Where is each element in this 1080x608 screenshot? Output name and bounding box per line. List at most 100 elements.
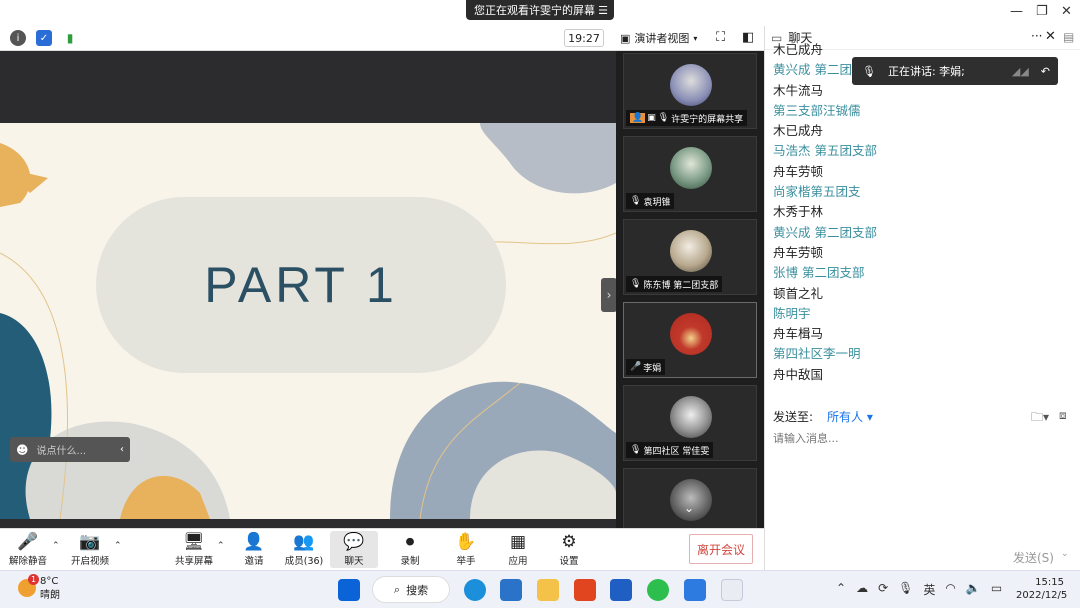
sidebar-toggle-icon[interactable]: ◧ (742, 30, 754, 45)
app-icon[interactable] (610, 579, 632, 601)
invite-button[interactable]: 👤 邀请 (230, 531, 278, 567)
participant-gallery: 👤 ▣ 🎙 许雯宁的屏幕共享 🎙 袁玥锥 🎙 陈东博 第二团支部 🎤 李娟 🎙 … (616, 51, 764, 528)
participant-tile[interactable]: 🎙 第四社区 常佳雯 (623, 385, 757, 461)
taskbar-search[interactable]: ⌕ 搜索 (372, 576, 450, 603)
windows-taskbar: 1 8°C 晴朗 ⌕ 搜索 ⌃ ☁ ⟳ 🎙 英 ◠ 🔈 ▭ 15:15 2022… (0, 570, 1080, 608)
record-button[interactable]: ⏺ 录制 (386, 531, 434, 567)
avatar (670, 396, 712, 438)
share-banner-text: 您正在观看许雯宁的屏幕 (474, 4, 595, 17)
chat-message-input[interactable] (773, 428, 1063, 448)
chat-message-text: 舟中敌国 (773, 366, 824, 382)
office-icon[interactable] (574, 579, 596, 601)
send-button[interactable]: 发送(S) (1013, 549, 1054, 566)
leave-meeting-button[interactable]: 离开会议 (689, 534, 753, 564)
search-icon: ⌕ (393, 582, 401, 596)
folder-icon[interactable] (537, 579, 559, 601)
control-label: 聊天 (344, 556, 364, 567)
user-icon: 👤 (630, 113, 646, 123)
mic-options-caret[interactable]: ⌃ (52, 541, 60, 551)
participant-name: 袁玥锥 (643, 197, 671, 208)
control-label: 邀请 (244, 556, 264, 567)
participants-button[interactable]: 👥 成员(36) (280, 531, 328, 567)
chat-sender-name: 陈明宇 (773, 305, 811, 321)
weather-text: 晴朗 (40, 590, 60, 601)
chat-sender-name: 马浩杰 第五团支部 (773, 143, 877, 159)
chat-button[interactable]: 💬 聊天 (330, 531, 378, 568)
edge-icon[interactable] (464, 579, 486, 601)
chat-sender-name: 第四社区李一明 (773, 346, 861, 362)
microphone-icon[interactable]: 🎙 (898, 581, 913, 598)
volume-icon[interactable]: 🔈 (966, 581, 981, 598)
chevron-left-icon[interactable]: ‹ (120, 444, 130, 455)
participant-tile[interactable]: 🎙 袁玥锥 (623, 136, 757, 212)
unmute-button[interactable]: 🎤 解除静音 (4, 531, 52, 567)
mail-icon[interactable] (500, 579, 522, 601)
minimize-button[interactable]: — (1010, 4, 1023, 19)
users-icon: 👥 (293, 532, 315, 552)
reply-icon[interactable]: ↶ (1041, 65, 1058, 78)
windows-start-icon[interactable] (338, 579, 360, 601)
participant-tile-active[interactable]: 🎤 李娟 (623, 302, 757, 378)
chat-message-text: 舟车劳顿 (773, 244, 824, 260)
send-to-label: 发送至: (773, 410, 814, 424)
chevron-down-icon[interactable]: ⌄ (1061, 549, 1069, 559)
weather-widget[interactable]: 1 8°C 晴朗 (18, 574, 60, 603)
settings-button[interactable]: ⚙ 设置 (545, 531, 593, 567)
mic-muted-icon: 🎙 (630, 445, 642, 455)
chat-sender-name: 第三支部汪铖儒 (773, 102, 861, 118)
share-screen-button[interactable]: 🖥 共享屏幕 (170, 531, 218, 567)
view-mode-button[interactable]: ▣ 演讲者视图 ▾ (616, 29, 701, 47)
close-button[interactable]: ✕ (1061, 4, 1072, 19)
participant-name: 第四社区 常佳雯 (643, 446, 710, 457)
control-label: 举手 (456, 556, 476, 567)
mic-muted-icon: 🎙 (657, 113, 670, 123)
restore-button[interactable]: ❐ (1036, 4, 1048, 19)
sync-icon[interactable]: ⟳ (878, 581, 888, 598)
control-label: 解除静音 (8, 556, 47, 567)
control-label: 录制 (400, 556, 420, 567)
shield-icon[interactable]: ✓ (36, 30, 52, 46)
video-options-caret[interactable]: ⌃ (114, 541, 122, 551)
raise-hand-button[interactable]: ✋ 举手 (442, 531, 490, 567)
participant-label: 🎙 第四社区 常佳雯 (626, 442, 714, 458)
taskbar-clock[interactable]: 15:15 2022/12/5 (1016, 576, 1067, 602)
folder-icon[interactable]: 🗀▾ (1031, 408, 1049, 429)
chat-sender-name: 张博 第二团支部 (773, 265, 865, 281)
cloud-icon[interactable]: ☁ (856, 581, 868, 598)
fullscreen-icon[interactable]: ⛶ (716, 30, 725, 45)
collapse-gallery-button[interactable]: › (601, 278, 617, 312)
info-icon[interactable]: i (10, 30, 26, 46)
battery-icon[interactable]: ▭ (991, 581, 1002, 598)
quick-chat-bubble[interactable]: ☻ 说点什么... ‹ (10, 437, 130, 462)
chat-icon: 💬 (343, 532, 365, 552)
meeting-toolbar: i ✓ ▮ 19:27 ▣ 演讲者视图 ▾ ⛶ ◧ (0, 26, 764, 51)
meeting-app-icon[interactable] (684, 579, 706, 601)
audio-level-icon: ◢◢ (1011, 64, 1029, 78)
snipping-icon[interactable] (721, 579, 743, 601)
chevron-down-icon[interactable]: ⌄ (684, 501, 694, 515)
participant-tile[interactable]: 🎙 陈东博 第二团支部 (623, 219, 757, 295)
apps-button[interactable]: ▦ 应用 (494, 531, 542, 567)
start-video-button[interactable]: 📷 开启视频 (66, 531, 114, 567)
ime-indicator[interactable]: 英 (923, 581, 935, 598)
menu-icon[interactable]: ☰ (598, 4, 608, 17)
share-banner[interactable]: 您正在观看许雯宁的屏幕 ☰ (466, 0, 614, 20)
participant-name: 许雯宁的屏幕共享 (671, 114, 744, 125)
control-label: 设置 (559, 556, 579, 567)
wifi-icon[interactable]: ◠ (945, 581, 955, 598)
send-to-select[interactable]: 所有人 ▾ (827, 408, 873, 425)
emoji-icon[interactable]: ☻ (16, 443, 29, 457)
screenshot-icon[interactable]: ⧈ (1059, 408, 1067, 423)
wechat-icon[interactable] (647, 579, 669, 601)
share-options-caret[interactable]: ⌃ (217, 541, 225, 551)
screen-share-icon: ▣ (647, 113, 656, 123)
participant-tile[interactable]: 👤 ▣ 🎙 许雯宁的屏幕共享 (623, 53, 757, 129)
chevron-up-icon[interactable]: ⌃ (836, 581, 846, 598)
title-bar: 您正在观看许雯宁的屏幕 ☰ — ❐ ✕ (0, 0, 1080, 26)
send-to-row: 发送至: 所有人 ▾ (773, 408, 873, 425)
avatar (670, 230, 712, 272)
signal-icon[interactable]: ▮ (62, 30, 78, 46)
record-icon: ⏺ (405, 532, 415, 552)
shared-screen-stage: PART 1 ☻ 说点什么... ‹ › (0, 51, 617, 528)
participant-tile[interactable]: ⌄ (623, 468, 757, 528)
